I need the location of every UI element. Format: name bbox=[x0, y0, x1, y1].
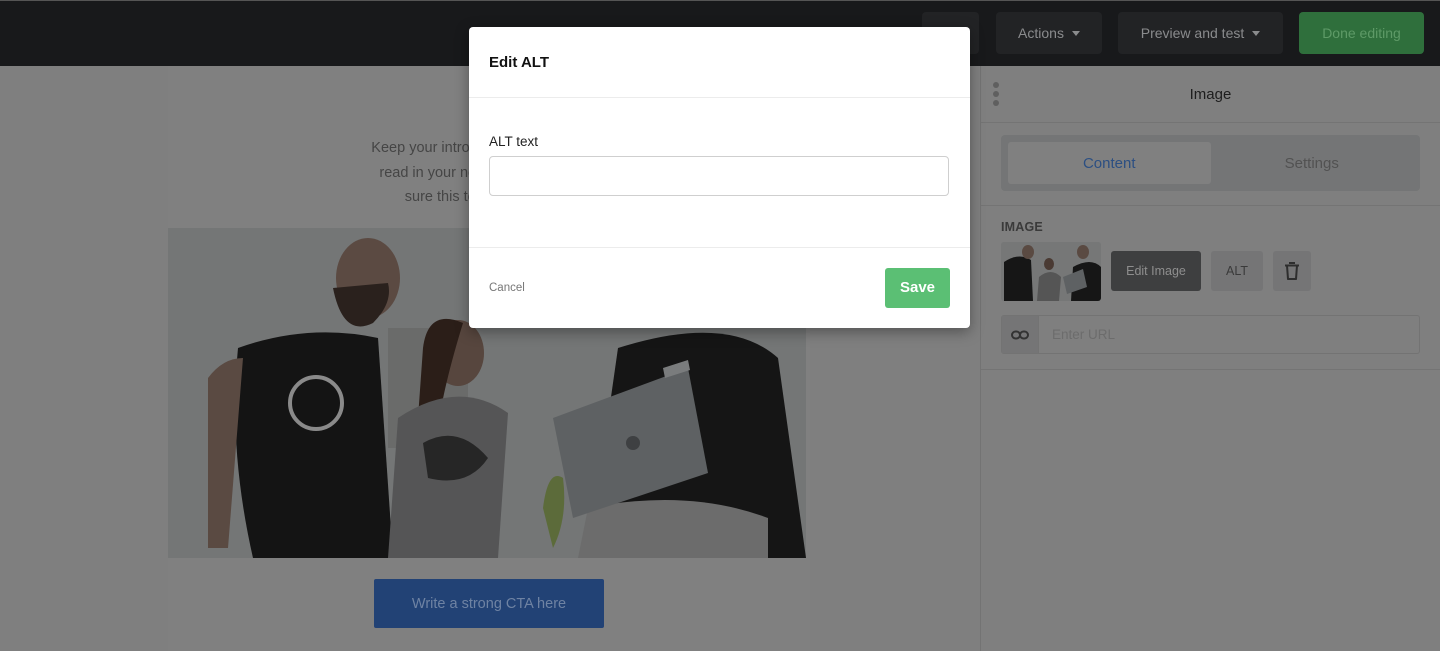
properties-panel: Image Content Settings IMAGE Edit Image … bbox=[980, 66, 1440, 651]
preview-label: Preview and test bbox=[1140, 25, 1245, 41]
panel-title: Image bbox=[1189, 85, 1232, 103]
actions-label: Actions bbox=[1018, 25, 1064, 41]
alt-text-input[interactable] bbox=[489, 156, 949, 196]
drag-handle-icon[interactable] bbox=[993, 82, 999, 106]
tab-settings[interactable]: Settings bbox=[1211, 142, 1414, 184]
panel-tabs: Content Settings bbox=[1001, 135, 1420, 191]
tab-content[interactable]: Content bbox=[1008, 142, 1211, 184]
modal-body: ALT text bbox=[469, 98, 970, 248]
actions-dropdown[interactable]: Actions bbox=[996, 12, 1102, 54]
alt-text-label: ALT text bbox=[489, 134, 539, 149]
edit-image-button[interactable]: Edit Image bbox=[1111, 251, 1201, 291]
url-input[interactable] bbox=[1039, 316, 1419, 353]
url-field bbox=[1001, 315, 1420, 354]
edit-alt-modal: Edit ALT ALT text Cancel Save bbox=[469, 27, 970, 328]
tabs-container: Content Settings bbox=[981, 123, 1440, 206]
panel-header: Image bbox=[981, 66, 1440, 123]
done-editing-button[interactable]: Done editing bbox=[1299, 12, 1424, 54]
modal-title: Edit ALT bbox=[469, 27, 970, 98]
cta-button[interactable]: Write a strong CTA here bbox=[374, 579, 604, 628]
thumbnail-illustration bbox=[1001, 241, 1101, 301]
trash-icon bbox=[1285, 262, 1299, 280]
image-thumbnail[interactable] bbox=[1001, 241, 1101, 301]
save-button[interactable]: Save bbox=[885, 267, 950, 308]
image-section-label: IMAGE bbox=[1001, 220, 1043, 234]
caret-down-icon bbox=[1071, 30, 1080, 36]
alt-button[interactable]: ALT bbox=[1211, 251, 1263, 291]
image-controls: Edit Image ALT bbox=[1001, 241, 1420, 301]
caret-down-icon bbox=[1252, 30, 1261, 36]
cancel-button[interactable]: Cancel bbox=[489, 282, 525, 294]
preview-and-test-dropdown[interactable]: Preview and test bbox=[1118, 12, 1283, 54]
modal-footer: Cancel Save bbox=[469, 248, 970, 327]
image-section: IMAGE Edit Image ALT bbox=[981, 206, 1440, 370]
link-icon bbox=[1002, 316, 1039, 353]
delete-image-button[interactable] bbox=[1273, 251, 1311, 291]
